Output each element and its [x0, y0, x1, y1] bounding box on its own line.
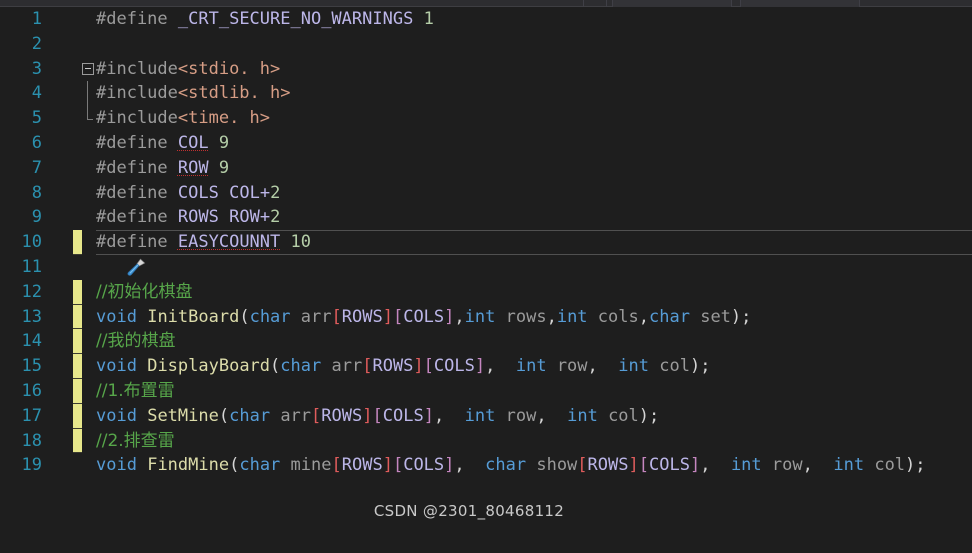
toolbar-strip[interactable] [0, 0, 972, 7]
line-number: 5 [31, 108, 42, 129]
line-number: 16 [21, 380, 42, 401]
collapse-icon[interactable] [82, 62, 94, 75]
line-number: 6 [31, 132, 42, 153]
code-line[interactable]: 3 #include<stdio. h> [0, 57, 972, 82]
line-content: //1.布置雷 [96, 380, 175, 401]
code-line[interactable]: 6 #define COL 9 [0, 131, 972, 156]
change-marker [73, 304, 82, 330]
toolbar-dropdown-scope[interactable] [612, 0, 732, 7]
code-line[interactable]: 16 //1.布置雷 [0, 378, 972, 404]
line-number: 11 [21, 256, 42, 277]
line-content: #define ROW 9 [96, 157, 230, 178]
line-content: void InitBoard(char arr[ROWS][COLS],int … [96, 306, 752, 327]
line-content: void DisplayBoard(char arr[ROWS][COLS], … [96, 356, 711, 377]
line-content: #include<stdio. h> [96, 58, 281, 79]
line-content: #define _CRT_SECURE_NO_WARNINGS 1 [96, 9, 434, 29]
code-line[interactable]: 2 [0, 32, 972, 57]
change-marker [73, 354, 82, 379]
code-line[interactable]: 12 //初始化棋盘 [0, 279, 972, 305]
line-number: 2 [31, 33, 42, 54]
code-editor[interactable]: 1 #define _CRT_SECURE_NO_WARNINGS 1 2 3 … [0, 7, 972, 487]
line-number: 10 [21, 232, 42, 253]
line-number: 18 [21, 430, 42, 451]
toolbar-segment-left[interactable] [583, 0, 607, 7]
line-number: 9 [31, 207, 42, 228]
line-content: #include<stdlib. h> [96, 83, 291, 104]
line-number: 7 [31, 157, 42, 178]
outline-guide [87, 81, 88, 107]
line-content: void SetMine(char arr[ROWS][COLS], int r… [96, 405, 660, 426]
line-content: //初始化棋盘 [96, 281, 193, 302]
line-content: #define ROWS ROW+2 [96, 207, 281, 228]
watermark: CSDN @2301_80468112 [373, 502, 565, 520]
line-number: 1 [31, 9, 42, 29]
line-number: 14 [21, 331, 42, 352]
code-line[interactable]: 19 void FindMine(char mine[ROWS][COLS], … [0, 453, 972, 478]
line-content: #define COL 9 [96, 132, 230, 153]
outline-guide-end [87, 106, 93, 121]
line-number: 3 [31, 58, 42, 79]
line-number: 19 [21, 455, 42, 476]
line-content: #define EASYCOUNNT 10 [96, 232, 311, 253]
code-line[interactable]: 7 #define ROW 9 [0, 156, 972, 181]
change-marker [73, 403, 82, 429]
code-line[interactable]: 8 #define COLS COL+2 [0, 181, 972, 206]
change-marker [73, 329, 82, 355]
code-line[interactable]: 15 void DisplayBoard(char arr[ROWS][COLS… [0, 354, 972, 379]
code-line[interactable]: 9 #define ROWS ROW+2 [0, 205, 972, 230]
line-content: #include<time. h> [96, 108, 271, 129]
code-line[interactable]: 17 void SetMine(char arr[ROWS][COLS], in… [0, 403, 972, 429]
change-marker [73, 230, 82, 255]
toolbar-dropdown-member[interactable] [740, 0, 860, 7]
change-marker [73, 279, 82, 305]
code-line[interactable]: 18 //2.排查雷 [0, 428, 972, 454]
change-marker [73, 428, 82, 454]
line-content: #define COLS COL+2 [96, 182, 281, 203]
code-line[interactable]: 13 void InitBoard(char arr[ROWS][COLS],i… [0, 304, 972, 330]
line-number: 4 [31, 83, 42, 104]
line-number: 15 [21, 356, 42, 377]
line-number: 17 [21, 405, 42, 426]
line-content: void FindMine(char mine[ROWS][COLS], cha… [96, 455, 926, 476]
code-line-current[interactable]: 10 #define EASYCOUNNT 10 [0, 230, 972, 276]
line-number: 8 [31, 182, 42, 203]
line-number: 13 [21, 306, 42, 327]
line-content: //2.排查雷 [96, 430, 175, 451]
line-number: 12 [21, 281, 42, 302]
code-line[interactable]: 4 #include<stdlib. h> [0, 81, 972, 107]
code-line[interactable]: 5 #include<time. h> [0, 106, 972, 131]
editor-window: 1 #define _CRT_SECURE_NO_WARNINGS 1 2 3 … [0, 0, 972, 530]
change-marker [73, 378, 82, 404]
screwdriver-icon[interactable] [44, 233, 146, 276]
code-line[interactable]: 11 [0, 255, 972, 280]
line-content: //我的棋盘 [96, 331, 176, 352]
code-line[interactable]: 14 //我的棋盘 [0, 329, 972, 355]
code-line[interactable]: 1 #define _CRT_SECURE_NO_WARNINGS 1 [0, 7, 972, 32]
